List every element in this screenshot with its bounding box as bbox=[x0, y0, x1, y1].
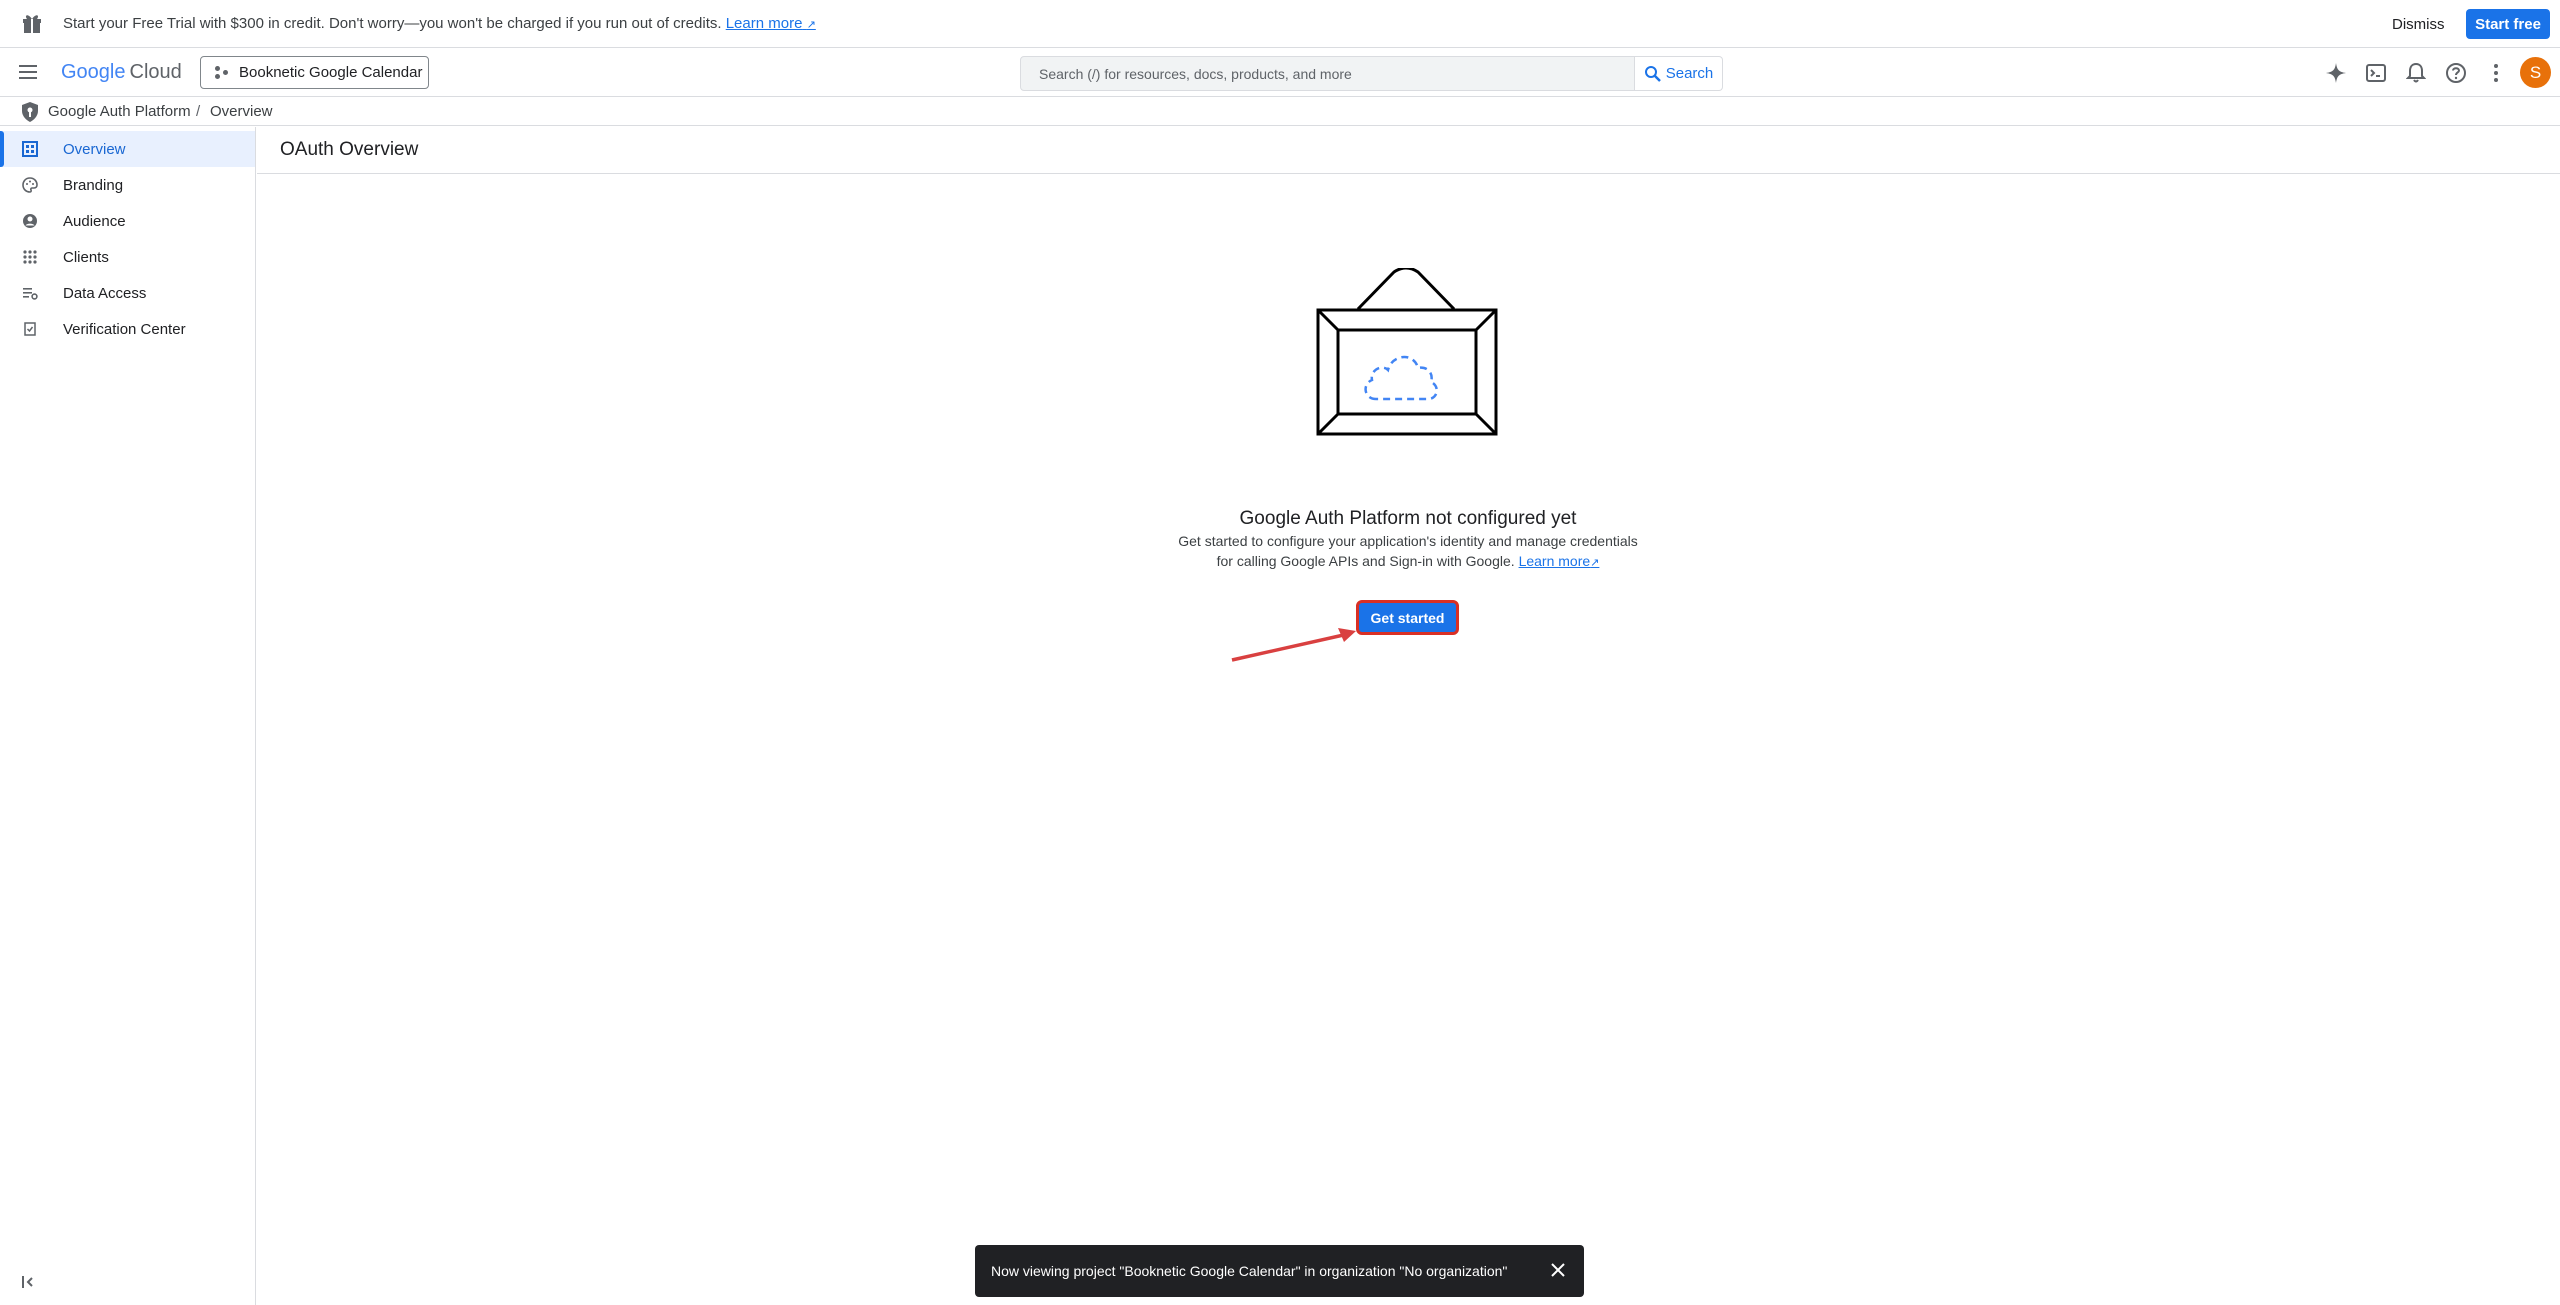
empty-state-illustration bbox=[1316, 268, 1498, 436]
start-free-button[interactable]: Start free bbox=[2466, 9, 2550, 39]
annotation-arrow bbox=[1231, 628, 1356, 662]
sidebar-item-label: Data Access bbox=[63, 285, 147, 302]
sidebar-item-label: Overview bbox=[63, 141, 126, 158]
search-button[interactable]: Search bbox=[1635, 56, 1723, 91]
verification-icon bbox=[24, 322, 36, 336]
dismiss-button[interactable]: Dismiss bbox=[2378, 13, 2463, 36]
external-link-icon: ↗ bbox=[806, 19, 816, 31]
breadcrumb-separator: / bbox=[196, 103, 201, 120]
sidebar-item-audience[interactable]: Audience bbox=[0, 203, 255, 239]
sidebar-item-branding[interactable]: Branding bbox=[0, 167, 255, 203]
account-avatar[interactable]: S bbox=[2520, 57, 2551, 88]
get-started-button[interactable]: Get started bbox=[1356, 600, 1459, 635]
search-input[interactable]: Search (/) for resources, docs, products… bbox=[1020, 56, 1635, 91]
free-trial-banner: Start your Free Trial with $300 in credi… bbox=[0, 0, 2560, 48]
terminal-icon bbox=[2366, 64, 2386, 82]
dashboard-icon bbox=[22, 141, 38, 157]
gemini-button[interactable] bbox=[2323, 60, 2349, 86]
account-circle-icon bbox=[23, 214, 37, 228]
help-button[interactable] bbox=[2443, 60, 2469, 86]
sidebar-item-label: Verification Center bbox=[63, 321, 186, 338]
page-title: OAuth Overview bbox=[280, 139, 419, 160]
help-icon bbox=[2446, 63, 2466, 83]
project-picker-button[interactable]: Booknetic Google Calendar bbox=[200, 56, 429, 89]
snackbar: Now viewing project "Booknetic Google Ca… bbox=[975, 1245, 1584, 1297]
sidebar-item-overview[interactable]: Overview bbox=[0, 131, 255, 167]
logo-google: Google bbox=[61, 61, 126, 83]
project-icon bbox=[215, 65, 229, 80]
breadcrumb: Google Auth Platform / Overview bbox=[0, 97, 2560, 126]
breadcrumb-overview: Overview bbox=[210, 103, 273, 120]
empty-state-title: Google Auth Platform not configured yet bbox=[1239, 508, 1577, 529]
data-access-icon bbox=[23, 288, 38, 300]
sidebar-item-label: Audience bbox=[63, 213, 126, 230]
bell-icon bbox=[2406, 62, 2426, 83]
palette-icon bbox=[22, 177, 38, 193]
sidebar-item-label: Clients bbox=[63, 249, 109, 266]
shield-icon bbox=[22, 102, 38, 122]
search-icon bbox=[1644, 65, 1661, 82]
sidebar-item-clients[interactable]: Clients bbox=[0, 239, 255, 275]
main-menu-button[interactable] bbox=[16, 61, 40, 83]
top-header: Google Cloud Booknetic Google Calendar Se… bbox=[0, 48, 2560, 97]
notifications-button[interactable] bbox=[2403, 60, 2429, 86]
sidebar: Overview Branding Audience Clients Data … bbox=[0, 127, 256, 1305]
banner-text: Start your Free Trial with $300 in credi… bbox=[63, 15, 722, 32]
search-button-label: Search bbox=[1665, 65, 1714, 82]
breadcrumb-auth-platform[interactable]: Google Auth Platform bbox=[48, 103, 191, 120]
cloud-shell-button[interactable] bbox=[2363, 60, 2389, 86]
external-link-icon: ↗ bbox=[1590, 557, 1600, 569]
apps-grid-icon bbox=[23, 250, 37, 264]
hamburger-icon bbox=[19, 65, 37, 67]
gift-icon bbox=[23, 15, 41, 33]
banner-learn-more-link[interactable]: Learn more ↗ bbox=[726, 15, 816, 32]
sidebar-item-data-access[interactable]: Data Access bbox=[0, 275, 255, 311]
empty-state-description: Get started to configure your applicatio… bbox=[1100, 531, 1716, 573]
banner-message: Start your Free Trial with $300 in credi… bbox=[63, 15, 816, 32]
logo-cloud: Cloud bbox=[129, 61, 182, 83]
title-divider bbox=[257, 173, 2560, 174]
close-icon[interactable] bbox=[1550, 1262, 1566, 1278]
sidebar-item-label: Branding bbox=[63, 177, 124, 194]
more-options-button[interactable] bbox=[2483, 60, 2509, 86]
learn-more-link[interactable]: Learn more↗ bbox=[1519, 553, 1600, 569]
collapse-sidebar-icon bbox=[22, 1276, 33, 1288]
sidebar-item-verification-center[interactable]: Verification Center bbox=[0, 311, 255, 347]
empty-desc-line-2: for calling Google APIs and Sign-in with… bbox=[1216, 553, 1600, 569]
snackbar-message: Now viewing project "Booknetic Google Ca… bbox=[991, 1263, 1508, 1279]
project-name: Booknetic Google Calendar bbox=[239, 64, 423, 81]
collapse-sidebar-button[interactable] bbox=[22, 1275, 36, 1292]
google-cloud-logo[interactable]: Google Cloud bbox=[61, 61, 182, 84]
empty-desc-line-1: Get started to configure your applicatio… bbox=[1178, 533, 1638, 549]
more-vert-icon bbox=[2494, 64, 2498, 82]
sparkle-icon bbox=[2326, 63, 2346, 83]
